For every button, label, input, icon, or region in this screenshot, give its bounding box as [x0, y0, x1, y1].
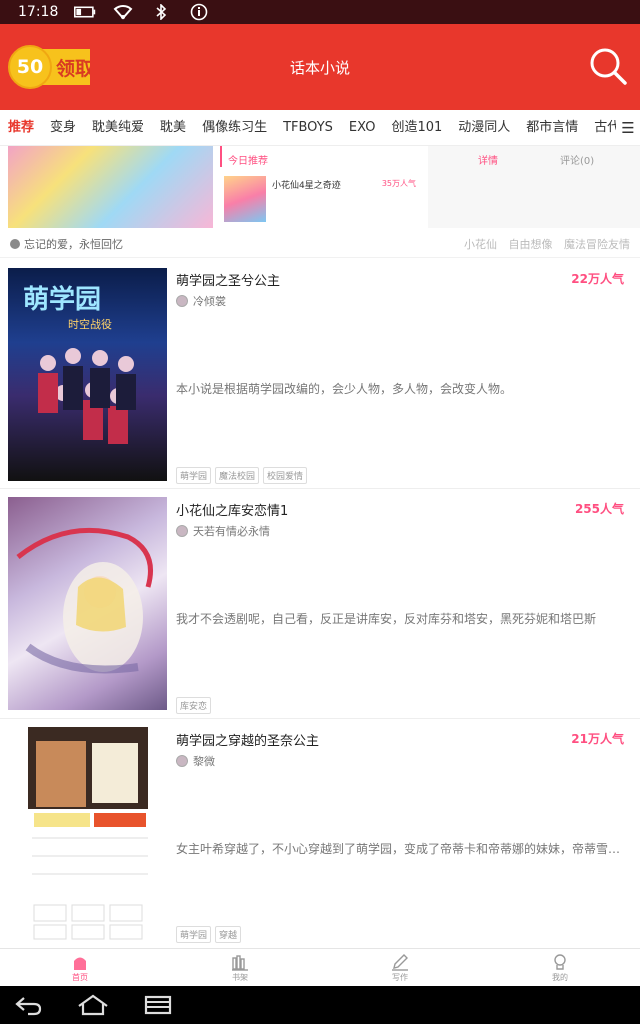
- coin-reward-button[interactable]: 50 领取: [8, 45, 90, 89]
- story-tag[interactable]: 萌学园: [176, 926, 212, 943]
- banner-tag: 魔法冒险友情: [564, 237, 630, 251]
- story-tag[interactable]: 萌学园: [176, 467, 212, 484]
- menu-icon[interactable]: ☰: [616, 110, 640, 145]
- banner-caption-text: 忘记的爱，永恒回忆: [24, 237, 123, 251]
- story-title[interactable]: 萌学园之圣兮公主: [176, 270, 280, 289]
- tab-category[interactable]: 偶像练习生: [194, 110, 275, 145]
- bluetooth-icon: [150, 3, 172, 21]
- banner-comment-tab: 评论(0): [560, 156, 595, 167]
- story-tag[interactable]: 魔法校园: [215, 467, 260, 484]
- tab-category[interactable]: 耽美纯爱: [84, 110, 152, 145]
- author-name: 冷倾裳: [193, 295, 226, 308]
- book-cover: [8, 727, 167, 940]
- bottom-nav: 首页 书架 写作 我的: [0, 948, 640, 986]
- author-name: 天若有情必永情: [193, 525, 270, 538]
- pencil-icon: [392, 953, 408, 971]
- story-title[interactable]: 小花仙之库安恋情1: [176, 500, 288, 519]
- story-tag[interactable]: 校园爱情: [263, 467, 308, 484]
- cover-art: [16, 527, 153, 674]
- tab-category[interactable]: 都市言情: [518, 110, 586, 145]
- search-icon: [590, 48, 627, 85]
- banner-thumbnail: [224, 176, 266, 222]
- story-tag[interactable]: 穿越: [215, 926, 242, 943]
- home-icon: [74, 957, 86, 970]
- svg-text:萌学园: 萌学园: [23, 284, 101, 315]
- tab-category[interactable]: 变身: [42, 110, 84, 145]
- story-description: 我才不会透剧呢，自己看，反正是讲库安，反对库芬和塔安，黑死芬妮和塔巴斯: [176, 612, 597, 626]
- wifi-icon: [112, 3, 134, 21]
- tab-category[interactable]: EXO: [341, 110, 384, 145]
- info-icon: [188, 3, 210, 21]
- category-tabs: 推荐 变身 耽美纯爱 耽美 偶像练习生 TFBOYS EXO 创造101 动漫同…: [0, 110, 640, 146]
- nav-home[interactable]: 首页: [0, 949, 160, 986]
- nav-label: 写作: [392, 972, 408, 982]
- avatar: [176, 525, 188, 537]
- banner-carousel[interactable]: 今日推荐 小花仙4星之奇迹 35万人气 详情 评论(0): [0, 146, 640, 230]
- story-tags: 库安恋: [176, 697, 212, 714]
- svg-text:时空战役: 时空战役: [68, 317, 112, 331]
- recent-apps-icon[interactable]: [144, 994, 172, 1016]
- avatar: [176, 755, 188, 767]
- banner-tag: 自由想像: [508, 237, 553, 251]
- search-button[interactable]: [586, 44, 630, 88]
- banner-popularity: 35万人气: [381, 179, 416, 188]
- book-cover: 萌学园 时空战役: [8, 268, 167, 481]
- banner-detail-panel: 详情 评论(0): [428, 146, 640, 228]
- story-card[interactable]: 萌学园之穿越的圣奈公主 21万人气 黎微 女主叶希穿越了，不小心穿越到了萌学园，…: [0, 719, 640, 948]
- back-icon[interactable]: [14, 994, 42, 1016]
- banner-tag: 小花仙: [464, 237, 497, 251]
- profile-icon: [554, 953, 566, 970]
- tab-recommend[interactable]: 推荐: [0, 110, 42, 145]
- nav-label: 书架: [232, 972, 248, 982]
- status-time: 17:18: [18, 4, 59, 20]
- coin-value: 50: [16, 56, 44, 78]
- tab-category[interactable]: TFBOYS: [275, 110, 341, 145]
- story-description: 女主叶希穿越了，不小心穿越到了萌学园，变成了帝蒂卡和帝蒂娜的妹妹，帝蒂雪，又一不…: [176, 842, 630, 856]
- app-header: 50 领取 话本小说: [0, 24, 640, 110]
- bookshelf-icon: [232, 954, 248, 971]
- system-nav-bar: [0, 986, 640, 1024]
- page-title: 话本小说: [289, 58, 350, 77]
- nav-write[interactable]: 写作: [320, 949, 480, 986]
- banner-image: [8, 146, 213, 228]
- banner-title: 小花仙4星之奇迹: [272, 181, 341, 191]
- story-tags: 萌学园 魔法校园 校园爱情: [176, 467, 308, 484]
- story-author[interactable]: 天若有情必永情: [176, 523, 270, 539]
- avatar: [10, 238, 20, 249]
- banner-caption: 忘记的爱，永恒回忆 小花仙 自由想像 魔法冒险友情: [0, 230, 640, 258]
- story-title[interactable]: 萌学园之穿越的圣奈公主: [176, 730, 319, 749]
- nav-label: 首页: [72, 972, 88, 982]
- banner-heading: 今日推荐: [220, 146, 424, 167]
- story-description: 本小说是根据萌学园改编的，会少人物，多人物，会改变人物。: [176, 382, 513, 396]
- story-tag[interactable]: 库安恋: [176, 697, 212, 714]
- nav-bookshelf[interactable]: 书架: [160, 949, 320, 986]
- story-author[interactable]: 黎微: [176, 753, 215, 769]
- nav-profile[interactable]: 我的: [480, 949, 640, 986]
- avatar: [176, 295, 188, 307]
- cover-art: [28, 727, 148, 940]
- tab-category[interactable]: 耽美: [152, 110, 194, 145]
- banner-detail-tab: 详情: [478, 156, 498, 167]
- banner-preview: 今日推荐 小花仙4星之奇迹 35万人气: [216, 146, 424, 228]
- story-popularity: 22万人气: [571, 272, 624, 286]
- cover-art: 萌学园 时空战役: [23, 284, 136, 444]
- nav-label: 我的: [552, 972, 568, 982]
- author-name: 黎微: [193, 755, 215, 768]
- tab-category[interactable]: 创造101: [383, 110, 450, 145]
- story-tags: 萌学园 穿越: [176, 926, 242, 943]
- status-bar: 17:18: [0, 0, 640, 24]
- home-button-icon[interactable]: [76, 994, 110, 1016]
- story-author[interactable]: 冷倾裳: [176, 293, 226, 309]
- tab-category[interactable]: 动漫同人: [450, 110, 518, 145]
- story-popularity: 21万人气: [571, 732, 624, 746]
- banner-tags: 小花仙 自由想像 魔法冒险友情: [456, 236, 630, 252]
- book-cover: [8, 497, 167, 710]
- battery-icon: [74, 3, 96, 21]
- coin-icon: 50: [8, 45, 52, 89]
- story-card[interactable]: 萌学园 时空战役 萌学园之圣兮公主 22万人气 冷倾裳 本小说是根据萌学园改编的…: [0, 259, 640, 489]
- story-popularity: 255人气: [574, 502, 624, 516]
- story-card[interactable]: 小花仙之库安恋情1 255人气 天若有情必永情 我才不会透剧呢，自己看，反正是讲…: [0, 489, 640, 719]
